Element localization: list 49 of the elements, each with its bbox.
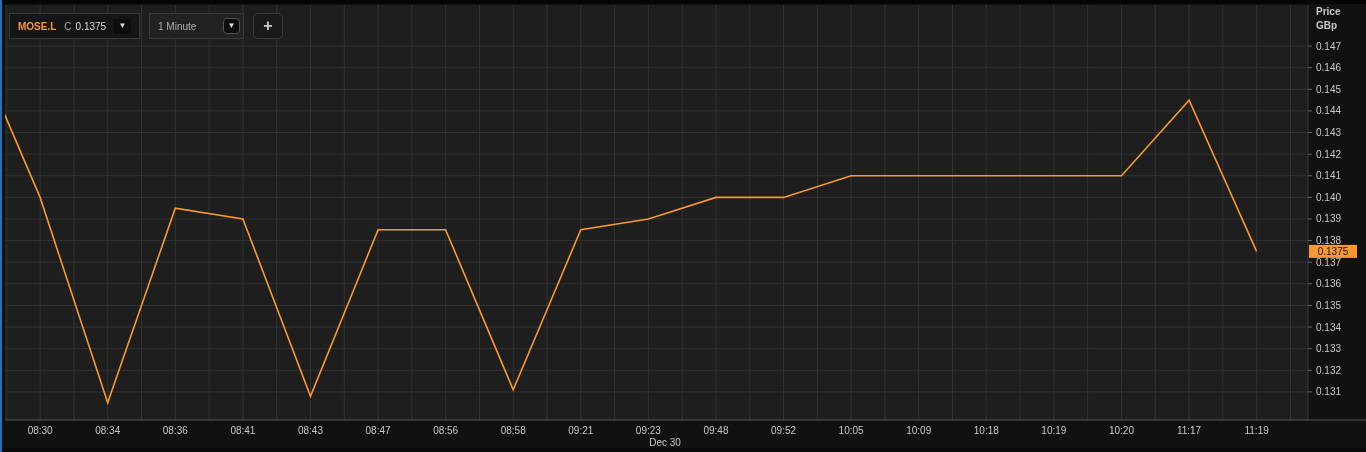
axis-label: 11:17 bbox=[1176, 425, 1202, 436]
axis-label: 08:30 bbox=[27, 425, 53, 436]
axis-label: 0.141 bbox=[1316, 170, 1342, 182]
add-button[interactable]: + bbox=[253, 13, 283, 39]
axis-label: 11:19 bbox=[1244, 425, 1269, 436]
axis-label: 0.140 bbox=[1316, 191, 1342, 203]
axis-label: 10:18 bbox=[973, 425, 999, 436]
axis-label: 10:19 bbox=[1041, 425, 1067, 436]
axis-label: 0.138 bbox=[1316, 235, 1342, 247]
price-badge: 0.1375 bbox=[1309, 244, 1357, 258]
symbol-dropdown[interactable]: MOSE.L C 0.1375 ▼ bbox=[9, 13, 140, 39]
axis-label: 0.139 bbox=[1316, 213, 1342, 225]
axis-label: 08:34 bbox=[95, 425, 121, 436]
axis-label: 09:52 bbox=[771, 425, 797, 436]
axis-label: 08:36 bbox=[162, 425, 188, 436]
axis-label: 09:23 bbox=[635, 425, 661, 436]
ticker-label: MOSE.L bbox=[18, 19, 57, 34]
axis-title: Price bbox=[1316, 6, 1341, 17]
axis-label: 0.137 bbox=[1316, 256, 1342, 268]
axis-label: 0.134 bbox=[1316, 321, 1342, 333]
axis-label: 0.146 bbox=[1316, 62, 1342, 74]
axis-label: 0.147 bbox=[1316, 40, 1342, 52]
axis-label: 0.131 bbox=[1316, 386, 1342, 398]
axis-label: 09:48 bbox=[703, 425, 729, 436]
axis-label: 08:47 bbox=[365, 425, 391, 436]
axis-label: 08:41 bbox=[230, 425, 256, 436]
axis-label: 0.132 bbox=[1316, 364, 1342, 376]
axis-label: 08:58 bbox=[500, 425, 526, 436]
axis-label: 0.133 bbox=[1316, 343, 1342, 355]
axis-label: 0.143 bbox=[1316, 127, 1342, 139]
caret-icon: ▼ bbox=[223, 18, 240, 34]
caret-icon: ▼ bbox=[114, 18, 131, 34]
interval-dropdown[interactable]: 1 Minute ▼ bbox=[149, 13, 244, 39]
close-label: C bbox=[64, 19, 72, 34]
axis-label: 10:20 bbox=[1108, 425, 1134, 436]
axis-title: GBp bbox=[1316, 20, 1338, 31]
axis-label: 10:09 bbox=[906, 425, 932, 436]
axis-label: 0.136 bbox=[1316, 278, 1342, 290]
axis-label: 10:05 bbox=[838, 425, 864, 436]
axis-label: 09:21 bbox=[568, 425, 594, 436]
axis-label: 0.142 bbox=[1316, 148, 1342, 160]
close-value: 0.1375 bbox=[75, 19, 107, 34]
axis-label: 08:56 bbox=[433, 425, 459, 436]
interval-label: 1 Minute bbox=[158, 19, 197, 34]
axis-label: 0.144 bbox=[1316, 105, 1342, 117]
axis-label: 0.135 bbox=[1316, 299, 1342, 311]
axis-label: 0.145 bbox=[1316, 83, 1342, 95]
axis-label: 08:43 bbox=[297, 425, 323, 436]
date-label: Dec 30 bbox=[649, 437, 681, 448]
